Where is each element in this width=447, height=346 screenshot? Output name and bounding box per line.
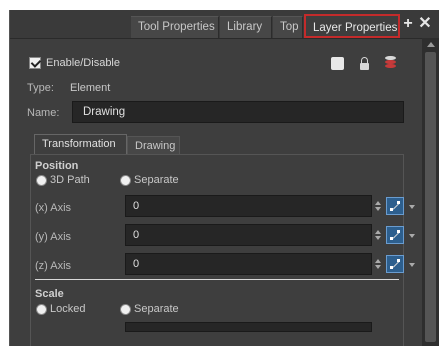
tab-top[interactable]: Top (273, 16, 303, 38)
z-axis-spinner[interactable] (375, 259, 381, 269)
x-axis-label: (x) Axis (35, 202, 72, 214)
layer-properties-panel: Enable/Disable Type: Element Name: Drawi… (10, 38, 422, 346)
radio-position-separate[interactable] (120, 175, 131, 186)
scale-field-partial[interactable] (125, 322, 372, 332)
lock-icon[interactable] (360, 57, 369, 70)
type-label: Type: (27, 82, 54, 94)
z-axis-field[interactable]: 0 (125, 253, 372, 275)
radio-scale-locked-label: Locked (50, 303, 86, 315)
radio-3d-path-label: 3D Path (50, 174, 90, 186)
type-value: Element (70, 82, 111, 94)
section-divider (35, 279, 399, 280)
tab-library[interactable]: Library (220, 16, 272, 38)
radio-3d-path[interactable] (36, 175, 47, 186)
scale-title: Scale (35, 288, 64, 300)
tab-layer-properties[interactable]: Layer Properties (304, 14, 400, 38)
radio-scale-locked[interactable] (36, 304, 47, 315)
z-axis-label: (z) Axis (35, 260, 72, 272)
tab-bar: Tool Properties Library Top Layer Proper… (10, 10, 439, 40)
z-axis-function-icon[interactable] (386, 255, 404, 273)
x-axis-spinner[interactable] (375, 201, 381, 211)
enable-disable-label: Enable/Disable (46, 57, 120, 69)
z-axis-dropdown-icon[interactable] (409, 263, 415, 267)
tab-tool-properties[interactable]: Tool Properties (131, 16, 219, 38)
name-field[interactable]: Drawing (72, 101, 404, 123)
database-icon[interactable] (385, 56, 396, 68)
scroll-up-icon[interactable] (427, 42, 435, 47)
scroll-thumb[interactable] (425, 52, 436, 342)
tab-drawing[interactable]: Drawing (127, 136, 180, 156)
position-title: Position (35, 160, 79, 172)
radio-position-separate-label: Separate (134, 174, 179, 186)
y-axis-label: (y) Axis (35, 231, 72, 243)
color-swatch-icon[interactable] (331, 57, 344, 70)
layer-properties-window: Tool Properties Library Top Layer Proper… (9, 10, 439, 346)
name-label: Name: (27, 107, 60, 119)
y-axis-spinner[interactable] (375, 230, 381, 240)
enable-disable-checkbox[interactable] (29, 57, 41, 69)
radio-scale-separate[interactable] (120, 304, 131, 315)
y-axis-dropdown-icon[interactable] (409, 234, 415, 238)
radio-scale-separate-label: Separate (134, 303, 179, 315)
x-axis-function-icon[interactable] (386, 197, 404, 215)
add-view-icon[interactable]: + (401, 16, 415, 32)
close-icon[interactable]: ✕ (418, 16, 432, 32)
tab-transformation[interactable]: Transformation (34, 134, 127, 154)
x-axis-dropdown-icon[interactable] (409, 205, 415, 209)
y-axis-function-icon[interactable] (386, 226, 404, 244)
y-axis-field[interactable]: 0 (125, 224, 372, 246)
transformation-section: Position 3D Path Separate (x) Axis 0 (y)… (30, 154, 415, 346)
vertical-scrollbar[interactable] (422, 38, 439, 346)
x-axis-field[interactable]: 0 (125, 195, 372, 217)
